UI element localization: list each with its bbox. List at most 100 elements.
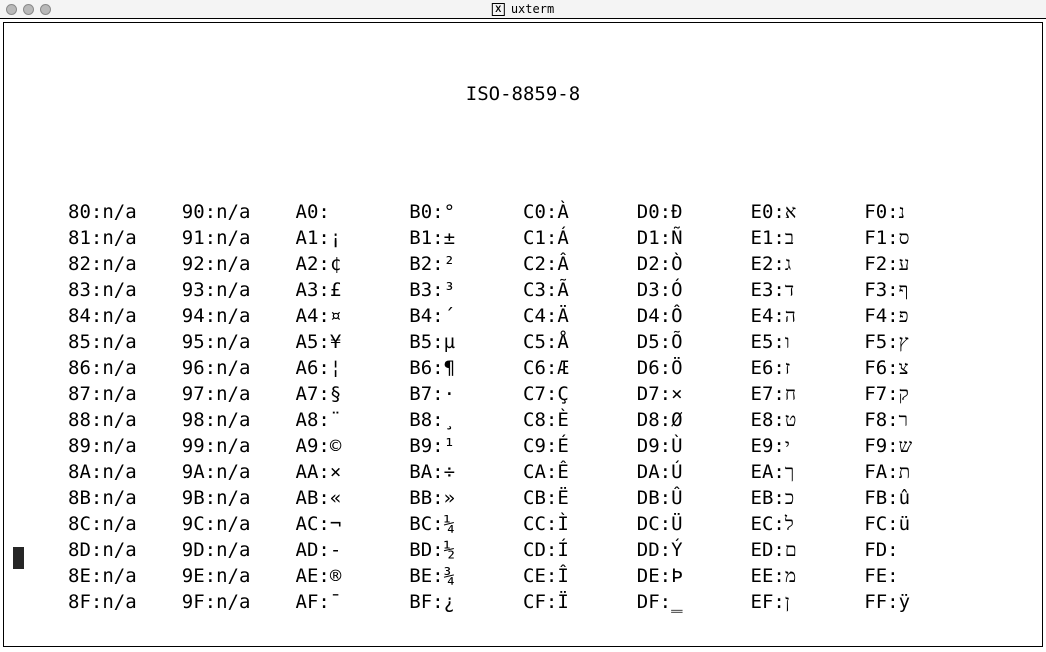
hex-code: A4	[296, 303, 319, 329]
separator: :	[887, 303, 898, 329]
codepage-cell: B7:·	[409, 381, 495, 407]
separator: :	[318, 251, 329, 277]
glyph: ²	[444, 251, 455, 277]
separator: :	[432, 485, 443, 511]
glyph: n/a	[102, 459, 136, 485]
separator: :	[91, 511, 102, 537]
hex-code: 8B	[68, 485, 91, 511]
glyph: ¸	[444, 407, 455, 433]
codepage-cell: B6:¶	[409, 355, 495, 381]
hex-code: F2	[864, 251, 887, 277]
codepage-cell: F3:ף	[864, 277, 950, 303]
codepage-cell: BD:½	[409, 537, 495, 563]
hex-code: A8	[296, 407, 319, 433]
separator: :	[318, 199, 329, 225]
separator: :	[205, 589, 216, 615]
hex-code: 93	[182, 277, 205, 303]
glyph: È	[557, 407, 568, 433]
hex-code: F4	[864, 303, 887, 329]
separator: :	[773, 537, 784, 563]
hex-code: F0	[864, 199, 887, 225]
codepage-cell: EA:ך	[751, 459, 837, 485]
hex-code: B4	[409, 303, 432, 329]
separator: :	[660, 199, 671, 225]
codepage-cell: BF:¿	[409, 589, 495, 615]
hex-code: E3	[751, 277, 774, 303]
separator: :	[91, 407, 102, 433]
codepage-cell: D7:×	[637, 381, 723, 407]
terminal-cursor	[13, 547, 24, 569]
codepage-cell: A4:¤	[296, 303, 382, 329]
codepage-cell: B0:°	[409, 199, 495, 225]
separator: :	[887, 199, 898, 225]
codepage-cell: AF:¯	[296, 589, 382, 615]
close-button[interactable]	[6, 4, 17, 15]
codepage-cell: C9:É	[523, 433, 609, 459]
glyph: ג	[785, 251, 791, 277]
glyph: Ù	[671, 433, 682, 459]
separator: :	[91, 303, 102, 329]
glyph: ע	[899, 251, 910, 277]
hex-code: 9A	[182, 459, 205, 485]
codepage-cell: A6:¦	[296, 355, 382, 381]
separator: :	[773, 589, 784, 615]
separator: :	[546, 303, 557, 329]
glyph: ÷	[444, 459, 455, 485]
glyph: Ì	[557, 511, 568, 537]
codepage-cell: FA:ת	[864, 459, 950, 485]
separator: :	[546, 199, 557, 225]
glyph: µ	[444, 329, 455, 355]
hex-code: D2	[637, 251, 660, 277]
separator: :	[546, 355, 557, 381]
glyph: ©	[330, 433, 341, 459]
separator: :	[773, 303, 784, 329]
codepage-cell: C0:À	[523, 199, 609, 225]
separator: :	[887, 407, 898, 433]
separator: :	[887, 459, 898, 485]
hex-code: C0	[523, 199, 546, 225]
hex-code: 81	[68, 225, 91, 251]
glyph: ¦	[330, 355, 341, 381]
codepage-cell: C8:È	[523, 407, 609, 433]
separator: :	[660, 485, 671, 511]
glyph: ³	[444, 277, 455, 303]
minimize-button[interactable]	[23, 4, 34, 15]
separator: :	[205, 485, 216, 511]
glyph: Ä	[557, 303, 568, 329]
codepage-cell: DD:Ý	[637, 537, 723, 563]
hex-code: E6	[751, 355, 774, 381]
codepage-cell: D2:Ò	[637, 251, 723, 277]
glyph: ·	[444, 381, 455, 407]
codepage-cell: CA:Ê	[523, 459, 609, 485]
hex-code: BA	[409, 459, 432, 485]
terminal-viewport[interactable]: ISO-8859-8 80:n/a81:n/a82:n/a83:n/a84:n/…	[3, 22, 1043, 647]
separator: :	[546, 459, 557, 485]
hex-code: 97	[182, 381, 205, 407]
hex-code: C3	[523, 277, 546, 303]
codepage-cell: 9C:n/a	[182, 511, 268, 537]
codepage-cell: BE:¾	[409, 563, 495, 589]
hex-code: B2	[409, 251, 432, 277]
glyph: n/a	[216, 459, 250, 485]
codepage-cell: B8:¸	[409, 407, 495, 433]
hex-code: F8	[864, 407, 887, 433]
hex-code: BE	[409, 563, 432, 589]
separator: :	[773, 225, 784, 251]
codepage-cell: FC:ü	[864, 511, 950, 537]
separator: :	[205, 537, 216, 563]
codepage-cell: CC:Ì	[523, 511, 609, 537]
separator: :	[205, 381, 216, 407]
separator: :	[205, 433, 216, 459]
codepage-cell: 93:n/a	[182, 277, 268, 303]
glyph: ו	[785, 329, 790, 355]
hex-code: 80	[68, 199, 91, 225]
hex-code: FE	[864, 563, 887, 589]
glyph: ח	[785, 381, 796, 407]
separator: :	[546, 329, 557, 355]
glyph: n/a	[216, 563, 250, 589]
window-titlebar[interactable]: X uxterm	[0, 0, 1046, 19]
zoom-button[interactable]	[40, 4, 51, 15]
glyph: n/a	[216, 251, 250, 277]
hex-code: A3	[296, 277, 319, 303]
codepage-cell: AB:«	[296, 485, 382, 511]
